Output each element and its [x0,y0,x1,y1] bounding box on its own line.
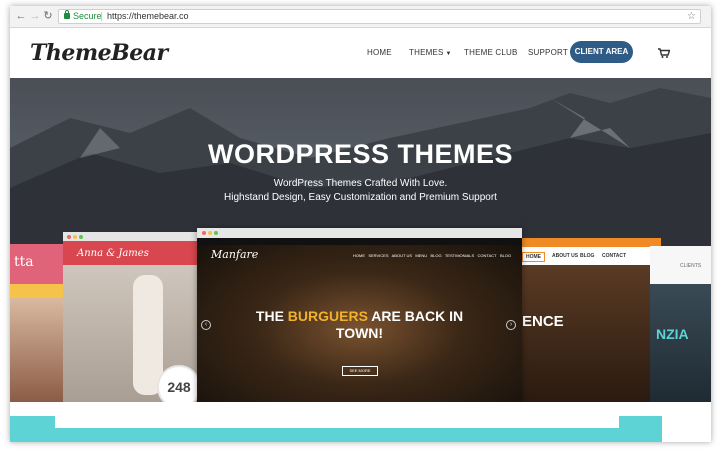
forward-button[interactable]: → [28,9,42,23]
see-more-button[interactable]: SEE MORE [342,366,378,376]
preview-nav-item: BLOG [430,253,442,258]
preview-nav-item: BLOG [580,253,595,259]
headline-part: ARE BACK IN [367,308,464,324]
lock-icon [64,10,70,19]
preview-photo: Manfare HOME SERVICES ABOUT US MENU BLOG… [197,238,522,402]
window-dot [214,231,218,235]
preview-nav-item: SERVICES [368,253,389,258]
counter-badge: 248 [157,365,201,402]
cart-icon[interactable] [658,48,670,58]
preview-photo: ENCE [516,265,661,402]
browser-toolbar: ← → ↻ Secure https://themebear.co ☆ [10,6,711,28]
preview-headline-line2: TOWN! [335,325,384,341]
theme-preview-center[interactable]: Manfare HOME SERVICES ABOUT US MENU BLOG… [197,228,522,402]
preview-titlebar [197,228,522,238]
window-dot [79,235,83,239]
window-dot [73,235,77,239]
section-divider-white [55,416,619,428]
theme-preview-left[interactable]: Anna & James 248 [63,232,213,402]
preview-nav: HOME ABOUT US BLOG CONTACT [516,247,661,265]
browser-window: ← → ↻ Secure https://themebear.co ☆ Them… [10,6,711,442]
preview-nav-item: CONTACT [602,253,627,259]
site-logo[interactable]: ThemeBear [30,40,168,66]
nav-themes-label: THEMES [409,48,444,57]
address-url[interactable]: https://themebear.co [107,10,189,23]
window-dot [67,235,71,239]
preview-nav-item: HOME [522,252,545,262]
window-dot [208,231,212,235]
preview-headline: NZIA [656,326,689,342]
preview-nav-item: MENU [415,253,428,258]
preview-nav-item: ABOUT US [391,253,412,258]
preview-nav-item: BLOG [499,253,512,258]
hero-subtitle-line2: Highstand Design, Easy Customization and… [224,192,497,203]
hero-title: WORDPRESS THEMES [207,139,514,169]
nav-home[interactable]: HOME [367,48,392,57]
chevron-left-icon[interactable]: ‹ [201,320,211,330]
reload-icon: ↻ [43,10,53,22]
back-button[interactable]: ← [14,9,28,23]
preview-titlebar [63,232,213,241]
nav-support[interactable]: SUPPORT [528,48,568,57]
nav-themes[interactable]: THEMES ▼ [409,48,452,57]
headline-accent: BURGUERS [287,308,368,324]
chevron-down-icon: ▼ [445,51,452,57]
preview-nav: HOME SERVICES ABOUT US MENU BLOG TESTIMO… [353,253,511,258]
preview-nav-item: TESTIMONIALS [444,253,475,258]
chevron-right-icon[interactable]: › [506,320,516,330]
client-area-button[interactable]: CLIENT AREA [570,41,633,63]
preview-headline: THE BURGUERS ARE BACK IN [197,308,522,324]
preview-topbar [197,238,522,245]
theme-preview-far-right[interactable]: CLIENTS NZIA [650,246,711,402]
preview-brand: Anna & James [63,241,213,265]
arrow-right-icon: → [29,10,41,22]
address-bar[interactable]: Secure https://themebear.co ☆ [58,9,701,24]
theme-preview-right[interactable]: HOME ABOUT US BLOG CONTACT ENCE [516,238,661,402]
preview-photo: NZIA [650,284,711,402]
star-icon[interactable]: ☆ [687,10,696,23]
arrow-left-icon: ← [15,10,27,22]
secure-label: Secure [73,11,102,21]
preview-photo: 248 [63,265,213,402]
address-divider [101,12,102,21]
hero-subtitle-line1: WordPress Themes Crafted With Love. [273,178,448,189]
preview-nav-item: CONTACT [477,253,497,258]
preview-brand: Manfare [211,248,259,261]
headline-part: THE [255,308,288,324]
preview-headline: ENCE [522,313,564,330]
window-dot [202,231,206,235]
nav-theme-club[interactable]: THEME CLUB [464,48,518,57]
preview-nav-item: CLIENTS [650,246,711,284]
preview-titlebar [516,238,661,247]
site-header: ThemeBear HOME THEMES ▼ THEME CLUB SUPPOR… [10,28,711,78]
preview-nav-item: HOME [353,253,365,258]
preview-nav-item: ABOUT US [552,253,579,259]
hero-banner: WORDPRESS THEMES WordPress Themes Crafte… [10,78,711,402]
reload-button[interactable]: ↻ [41,9,55,23]
